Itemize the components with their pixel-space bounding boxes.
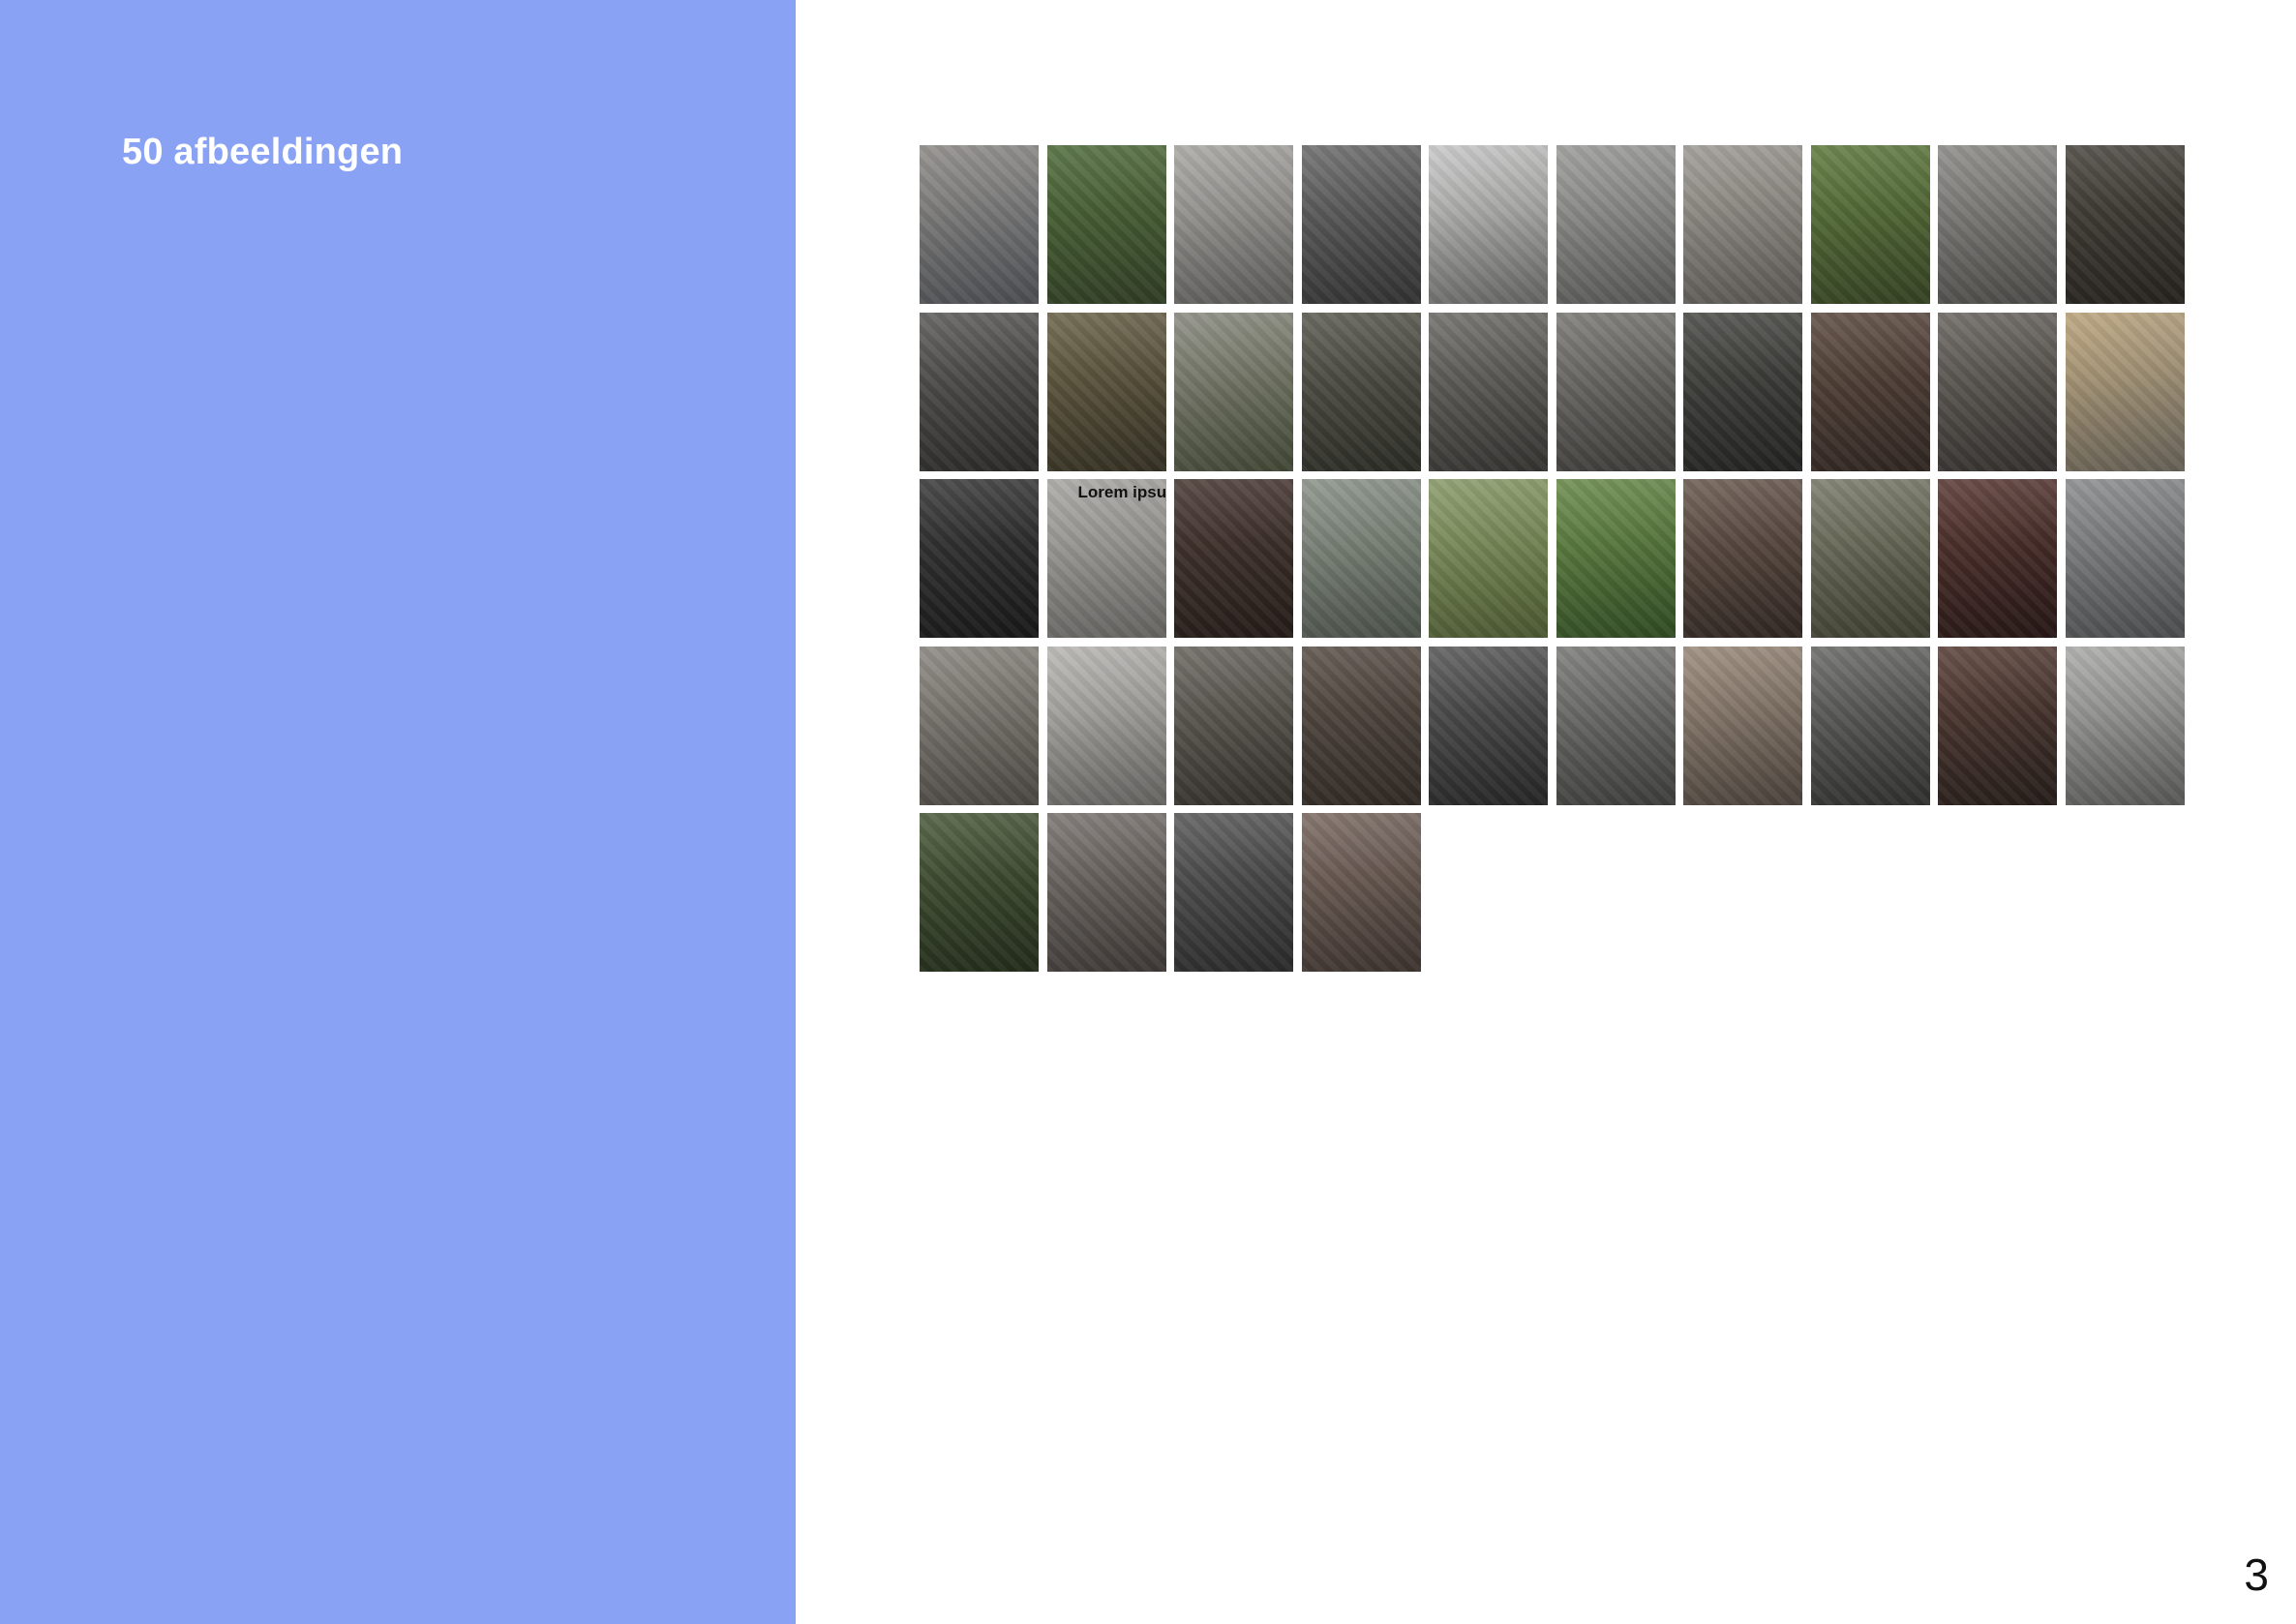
page-title: 50 afbeeldingen <box>122 132 404 172</box>
thumbnail-shading <box>1556 312 1676 471</box>
thumbnail-shading <box>2065 646 2185 805</box>
thumbnail-shading <box>1174 479 1293 638</box>
thumbnail-shading <box>1938 479 2057 638</box>
thumbnail-shading <box>1174 646 1293 805</box>
gallery-thumbnail[interactable]: Lorem ipsum <box>1046 479 1166 638</box>
thumbnail-shading <box>2065 312 2185 471</box>
gallery-thumbnail[interactable] <box>1174 312 1293 471</box>
gallery-thumbnail[interactable] <box>1174 145 1293 304</box>
thumbnail-shading <box>1301 145 1421 304</box>
gallery-thumbnail[interactable] <box>1683 145 1802 304</box>
gallery-thumbnail[interactable] <box>1810 479 1930 638</box>
thumbnail-shading <box>1810 145 1930 304</box>
thumbnail-shading <box>1429 479 1548 638</box>
gallery-thumbnail[interactable] <box>1938 479 2057 638</box>
gallery-thumbnail[interactable] <box>920 479 1039 638</box>
gallery-thumbnail[interactable] <box>1046 145 1166 304</box>
thumbnail-caption: Lorem ipsum <box>1077 483 1166 501</box>
gallery-thumbnail[interactable] <box>920 646 1039 805</box>
thumbnail-shading <box>1429 312 1548 471</box>
thumbnail-shading <box>1810 312 1930 471</box>
thumbnail-shading <box>1046 145 1166 304</box>
thumbnail-shading <box>1810 479 1930 638</box>
gallery-thumbnail[interactable] <box>1301 646 1421 805</box>
thumbnail-shading <box>1938 145 2057 304</box>
thumbnail-shading <box>2065 479 2185 638</box>
gallery-thumbnail[interactable] <box>1938 646 2057 805</box>
gallery-thumbnail[interactable] <box>1174 646 1293 805</box>
gallery-thumbnail[interactable] <box>1301 312 1421 471</box>
thumbnail-shading <box>1556 479 1676 638</box>
gallery-thumbnail[interactable] <box>1046 646 1166 805</box>
thumbnail-shading <box>920 312 1039 471</box>
image-gallery: Lorem ipsum <box>920 145 2185 972</box>
gallery-thumbnail[interactable] <box>920 813 1039 972</box>
gallery-thumbnail[interactable] <box>1810 145 1930 304</box>
thumbnail-shading <box>1429 145 1548 304</box>
thumbnail-shading <box>2065 145 2185 304</box>
thumbnail-shading <box>1174 813 1293 972</box>
gallery-thumbnail[interactable] <box>1810 646 1930 805</box>
thumbnail-shading <box>1683 479 1802 638</box>
gallery-thumbnail[interactable] <box>1174 479 1293 638</box>
sidebar-panel: 50 afbeeldingen <box>0 0 796 1624</box>
thumbnail-shading <box>1683 145 1802 304</box>
thumbnail-shading <box>1046 813 1166 972</box>
gallery-thumbnail[interactable] <box>1429 312 1548 471</box>
gallery-thumbnail[interactable] <box>1683 312 1802 471</box>
gallery-thumbnail[interactable] <box>1556 312 1676 471</box>
gallery-thumbnail[interactable] <box>2065 479 2185 638</box>
thumbnail-shading <box>1556 145 1676 304</box>
thumbnail-shading <box>1938 312 2057 471</box>
gallery-thumbnail[interactable] <box>1429 646 1548 805</box>
gallery-thumbnail[interactable] <box>1301 145 1421 304</box>
thumbnail-shading <box>1301 646 1421 805</box>
thumbnail-shading <box>1174 145 1293 304</box>
gallery-thumbnail[interactable] <box>1683 646 1802 805</box>
page-number: 3 <box>2244 1549 2269 1600</box>
thumbnail-shading <box>920 813 1039 972</box>
gallery-thumbnail[interactable] <box>920 145 1039 304</box>
thumbnail-shading <box>1301 479 1421 638</box>
thumbnail-shading <box>1938 646 2057 805</box>
gallery-thumbnail[interactable] <box>2065 145 2185 304</box>
thumbnail-shading <box>920 646 1039 805</box>
thumbnail-shading <box>1810 646 1930 805</box>
thumbnail-shading <box>1046 646 1166 805</box>
thumbnail-shading <box>1174 312 1293 471</box>
gallery-thumbnail[interactable] <box>920 312 1039 471</box>
thumbnail-shading <box>1556 646 1676 805</box>
gallery-thumbnail[interactable] <box>1301 479 1421 638</box>
thumbnail-shading <box>1046 312 1166 471</box>
thumbnail-shading <box>1683 312 1802 471</box>
gallery-thumbnail[interactable] <box>1556 646 1676 805</box>
gallery-thumbnail[interactable] <box>1301 813 1421 972</box>
gallery-thumbnail[interactable] <box>1429 479 1548 638</box>
gallery-thumbnail[interactable] <box>1046 813 1166 972</box>
gallery-thumbnail[interactable] <box>2065 646 2185 805</box>
gallery-thumbnail[interactable] <box>1174 813 1293 972</box>
thumbnail-shading <box>1301 813 1421 972</box>
thumbnail-shading <box>1046 479 1166 638</box>
thumbnail-shading <box>920 479 1039 638</box>
gallery-thumbnail[interactable] <box>1429 145 1548 304</box>
thumbnail-shading <box>1429 646 1548 805</box>
gallery-thumbnail[interactable] <box>1556 145 1676 304</box>
thumbnail-shading <box>1683 646 1802 805</box>
gallery-thumbnail[interactable] <box>2065 312 2185 471</box>
gallery-thumbnail[interactable] <box>1810 312 1930 471</box>
thumbnail-shading <box>920 145 1039 304</box>
gallery-thumbnail[interactable] <box>1938 312 2057 471</box>
gallery-thumbnail[interactable] <box>1938 145 2057 304</box>
gallery-thumbnail[interactable] <box>1556 479 1676 638</box>
gallery-thumbnail[interactable] <box>1046 312 1166 471</box>
thumbnail-shading <box>1301 312 1421 471</box>
gallery-thumbnail[interactable] <box>1683 479 1802 638</box>
